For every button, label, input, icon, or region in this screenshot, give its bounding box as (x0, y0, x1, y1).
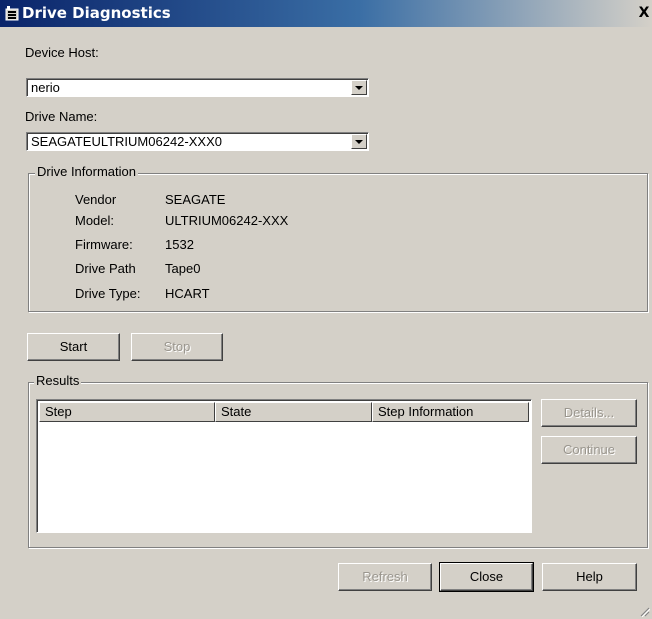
model-label: Model: (75, 213, 115, 228)
drive-path-label: Drive Path (75, 261, 136, 276)
drive-name-label: Drive Name: (25, 109, 98, 124)
help-button[interactable]: Help (542, 563, 637, 591)
column-header-state[interactable]: State (215, 402, 372, 422)
close-button[interactable]: Close (439, 562, 534, 592)
firmware-value: 1532 (165, 237, 194, 252)
device-host-select[interactable]: nerio (26, 78, 369, 97)
chevron-down-icon[interactable] (351, 134, 367, 149)
drive-name-select[interactable]: SEAGATEULTRIUM06242-XXX0 (26, 132, 369, 151)
close-window-icon[interactable]: X (637, 4, 651, 22)
refresh-button[interactable]: Refresh (338, 563, 432, 591)
device-host-value: nerio (31, 80, 60, 95)
resize-grip-icon[interactable] (640, 607, 650, 617)
column-header-step[interactable]: Step (39, 402, 215, 422)
drive-path-value: Tape0 (165, 261, 201, 276)
stop-button[interactable]: Stop (131, 333, 223, 361)
drive-name-value: SEAGATEULTRIUM06242-XXX0 (31, 134, 222, 149)
drive-type-label: Drive Type: (75, 286, 141, 301)
drive-diagnostics-app-icon (5, 6, 19, 21)
results-title: Results (34, 373, 82, 388)
chevron-down-icon[interactable] (351, 80, 367, 95)
results-list[interactable]: Step State Step Information (36, 399, 532, 533)
model-value: ULTRIUM06242-XXX (165, 213, 289, 228)
device-host-label: Device Host: (25, 45, 99, 60)
drive-information-title: Drive Information (35, 164, 138, 179)
window-title: Drive Diagnostics (22, 4, 171, 22)
column-header-step-information[interactable]: Step Information (372, 402, 529, 422)
details-button[interactable]: Details... (541, 399, 637, 427)
title-bar[interactable]: Drive Diagnostics (0, 0, 652, 27)
start-button[interactable]: Start (27, 333, 120, 361)
firmware-label: Firmware: (75, 237, 133, 252)
vendor-value: SEAGATE (165, 192, 226, 207)
vendor-label: Vendor (75, 192, 117, 207)
drive-type-value: HCART (165, 286, 210, 301)
continue-button[interactable]: Continue (541, 436, 637, 464)
